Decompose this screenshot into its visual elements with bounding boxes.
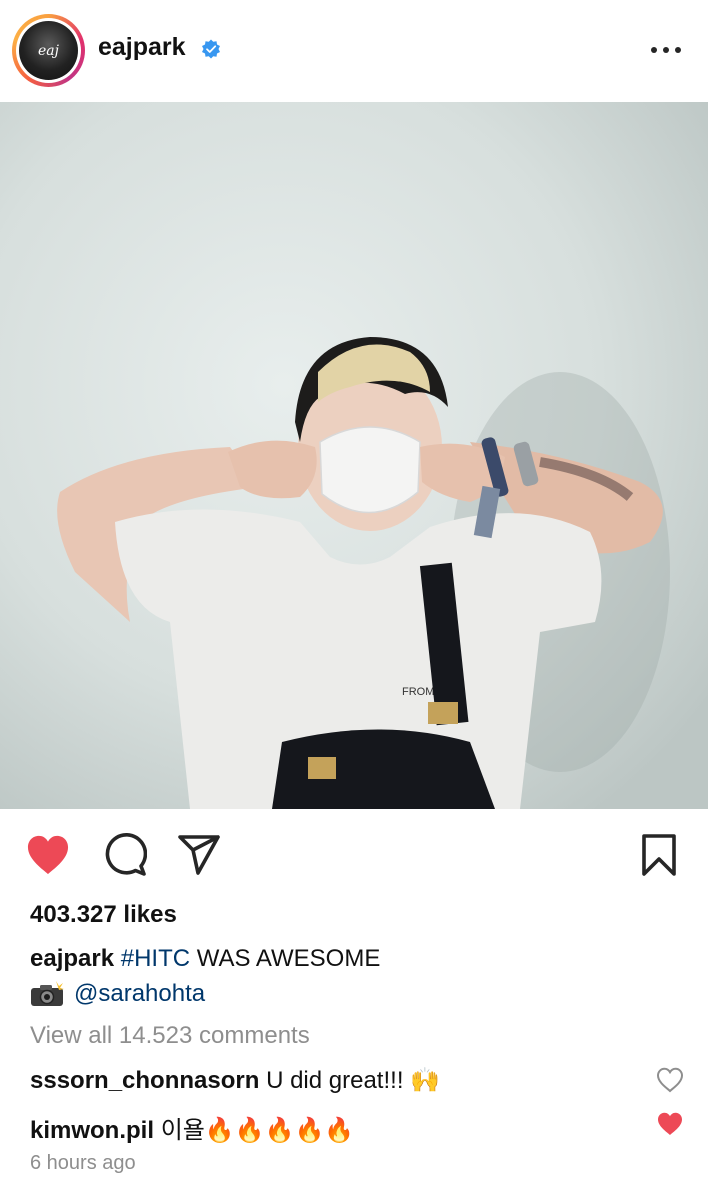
like-button[interactable]	[25, 832, 71, 878]
comment-bubble-icon	[105, 833, 147, 876]
comment-item: kimwon.pil 이욜🔥🔥🔥🔥🔥	[30, 1110, 354, 1145]
more-dot	[663, 47, 669, 53]
avatar-image: eaj	[19, 21, 78, 80]
view-all-comments-link[interactable]: View all 14.523 comments	[30, 1022, 310, 1050]
bookmark-icon	[642, 834, 676, 876]
post-photo[interactable]: FROM	[0, 102, 708, 809]
post-header: eaj eajpark	[0, 0, 708, 102]
likes-count[interactable]: 403.327 likes	[30, 901, 177, 929]
post-username[interactable]: eajpark	[98, 33, 186, 62]
comment-like-filled-icon[interactable]	[656, 1111, 684, 1137]
post-timestamp[interactable]: 6 hours ago	[30, 1152, 136, 1175]
action-bar	[0, 824, 708, 884]
comment-username[interactable]: sssorn_chonnasorn	[30, 1067, 259, 1094]
avatar-logo-text: eaj	[38, 42, 59, 59]
verified-badge-icon	[202, 39, 220, 59]
caption-line-2: @sarahohta	[30, 980, 205, 1008]
paper-plane-icon	[178, 835, 220, 875]
more-dot	[651, 47, 657, 53]
photo-illustration: FROM	[0, 102, 708, 809]
story-ring[interactable]: eaj	[12, 14, 85, 87]
comment-text: U did great!!! 🙌	[266, 1067, 441, 1094]
caption-text: WAS AWESOME	[190, 945, 381, 972]
caption-hashtag[interactable]: #HITC	[121, 945, 190, 972]
camera-with-flash-icon	[31, 981, 64, 1006]
avatar[interactable]: eaj	[16, 18, 81, 83]
caption-line-1: eajpark #HITC WAS AWESOME	[30, 945, 380, 973]
comment-like-outline-icon[interactable]	[656, 1067, 684, 1093]
comment-item: sssorn_chonnasorn U did great!!! 🙌	[30, 1066, 440, 1095]
more-dot	[675, 47, 681, 53]
heart-filled-icon	[27, 835, 69, 875]
shirt-print: FROM	[402, 686, 434, 698]
caption-username[interactable]: eajpark	[30, 945, 114, 972]
comment-username[interactable]: kimwon.pil	[30, 1117, 154, 1144]
comment-text: 이욜🔥🔥🔥🔥🔥	[160, 1117, 355, 1144]
more-options-button[interactable]	[651, 47, 681, 55]
save-button[interactable]	[636, 832, 682, 878]
share-button[interactable]	[176, 832, 222, 878]
caption-mention[interactable]: @sarahohta	[74, 980, 205, 1008]
comment-button[interactable]	[102, 832, 148, 878]
